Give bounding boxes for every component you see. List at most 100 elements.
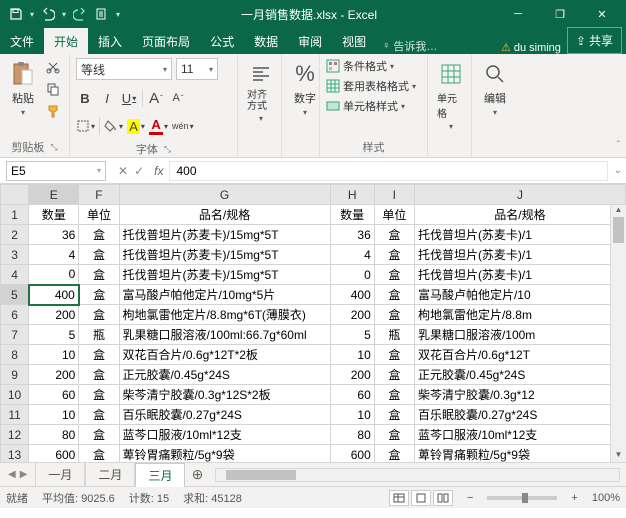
cell[interactable]: 10 [330,345,374,365]
save-icon[interactable] [8,6,24,22]
share-button[interactable]: ⇪共享 [567,27,622,54]
cell[interactable]: 36 [29,225,79,245]
cell[interactable]: 品名/规格 [119,205,330,225]
spreadsheet-grid[interactable]: EFGHIJ1数量单位品名/规格数量单位品名/规格236盒托伐普坦片(苏麦卡)/… [0,184,626,462]
tab-insert[interactable]: 插入 [88,28,132,54]
cell[interactable]: 单位 [374,205,414,225]
cell[interactable]: 4 [29,245,79,265]
tell-me[interactable]: ♀告诉我… [376,38,443,54]
restore-button[interactable]: ❐ [540,2,580,26]
fill-color-button[interactable]: ▾ [104,116,123,136]
add-sheet-button[interactable]: ⊕ [185,466,209,483]
row-header[interactable]: 1 [1,205,29,225]
cell[interactable]: 单位 [79,205,119,225]
cell[interactable]: 百乐眠胶囊/0.27g*24S [119,405,330,425]
alignment-button[interactable]: 对齐方式▾ [244,58,278,125]
fill-a-button[interactable]: A▾ [127,116,145,136]
cell[interactable]: 5 [29,325,79,345]
page-layout-view-button[interactable] [411,490,431,506]
font-name-combo[interactable]: 等线▾ [76,58,172,80]
cell[interactable]: 盒 [79,265,119,285]
grow-font-button[interactable]: Aˆ [147,88,165,108]
cell[interactable]: 枸地氯雷他定片/8.8mg*6T(薄膜衣) [119,305,330,325]
cells-button[interactable]: 单元格▾ [434,58,468,133]
cell[interactable]: 盒 [79,365,119,385]
tab-formulas[interactable]: 公式 [200,28,244,54]
italic-button[interactable]: I [98,88,116,108]
cell[interactable]: 200 [29,365,79,385]
cell[interactable]: 盒 [374,385,414,405]
tab-file[interactable]: 文件 [0,28,44,54]
qat-customize-icon[interactable]: ▾ [116,10,120,19]
cell[interactable]: 盒 [79,225,119,245]
cell[interactable]: 托伐普坦片(苏麦卡)/1 [414,265,625,285]
cancel-formula-icon[interactable]: ✕ [118,164,128,178]
format-as-table-button[interactable]: 套用表格格式▾ [326,78,416,94]
cell[interactable]: 托伐普坦片(苏麦卡)/1 [414,245,625,265]
cell[interactable]: 盒 [79,385,119,405]
cell[interactable]: 盒 [79,445,119,463]
column-header[interactable]: J [414,185,625,205]
tab-data[interactable]: 数据 [244,28,288,54]
cell[interactable]: 盒 [374,285,414,305]
tab-view[interactable]: 视图 [332,28,376,54]
sheet-nav-next-icon[interactable]: ▶ [20,469,28,480]
row-header[interactable]: 12 [1,425,29,445]
scroll-thumb[interactable] [613,217,624,243]
normal-view-button[interactable] [389,490,409,506]
tab-review[interactable]: 审阅 [288,28,332,54]
cell[interactable]: 盒 [374,345,414,365]
column-header[interactable]: F [79,185,119,205]
cell[interactable]: 盒 [374,365,414,385]
vertical-scrollbar[interactable]: ▲ ▼ [610,205,626,462]
cut-button[interactable] [44,58,62,76]
row-header[interactable]: 4 [1,265,29,285]
redo-icon[interactable] [72,6,88,22]
cell[interactable]: 柴芩清宁胶囊/0.3g*12S*2板 [119,385,330,405]
cell[interactable]: 托伐普坦片(苏麦卡)/15mg*5T [119,225,330,245]
conditional-format-button[interactable]: 条件格式▾ [326,58,394,74]
cell[interactable]: 80 [29,425,79,445]
cell[interactable]: 400 [330,285,374,305]
copy-button[interactable] [44,80,62,98]
font-color-button[interactable]: A▾ [149,116,168,136]
tab-home[interactable]: 开始 [44,28,88,54]
paste-button[interactable]: 粘贴 ▾ [6,58,40,119]
cell[interactable]: 萆铃胃痛颗粒/5g*9袋 [119,445,330,463]
editing-button[interactable]: 编辑▾ [478,58,512,119]
cell[interactable]: 60 [29,385,79,405]
font-size-combo[interactable]: 11▾ [176,58,218,80]
row-header[interactable]: 6 [1,305,29,325]
cell[interactable]: 富马酸卢帕他定片/10mg*5片 [119,285,330,305]
underline-button[interactable]: U▾ [120,88,138,108]
dialog-launcher-icon[interactable]: ⤡ [50,142,57,153]
zoom-slider[interactable] [487,496,557,500]
cell[interactable]: 10 [29,405,79,425]
collapse-ribbon-icon[interactable]: ˆ [617,140,620,151]
border-button[interactable]: ▾ [76,116,95,136]
scroll-up-icon[interactable]: ▲ [611,205,626,217]
cell[interactable]: 60 [330,385,374,405]
cell[interactable]: 双花百合片/0.6g*12T*2板 [119,345,330,365]
cell[interactable]: 百乐眠胶囊/0.27g*24S [414,405,625,425]
cell[interactable]: 柴芩清宁胶囊/0.3g*12 [414,385,625,405]
cell[interactable]: 枸地氯雷他定片/8.8m [414,305,625,325]
row-header[interactable]: 11 [1,405,29,425]
zoom-in-button[interactable]: + [571,492,577,504]
chevron-down-icon[interactable]: ▾ [30,10,34,19]
cell[interactable]: 200 [330,365,374,385]
cell[interactable]: 乳果糖口服溶液/100m [414,325,625,345]
cell[interactable]: 200 [29,305,79,325]
row-header[interactable]: 7 [1,325,29,345]
cell[interactable]: 乳果糖口服溶液/100ml:66.7g*60ml [119,325,330,345]
cell[interactable]: 盒 [79,245,119,265]
cell[interactable]: 5 [330,325,374,345]
cell[interactable]: 盒 [79,425,119,445]
scroll-thumb[interactable] [226,470,296,480]
cell[interactable]: 萆铃胃痛颗粒/5g*9袋 [414,445,625,463]
user-account[interactable]: ⚠du siming [495,41,567,54]
enter-formula-icon[interactable]: ✓ [134,164,144,178]
select-all-corner[interactable] [1,185,29,205]
row-header[interactable]: 13 [1,445,29,463]
cell[interactable]: 蓝芩口服液/10ml*12支 [119,425,330,445]
